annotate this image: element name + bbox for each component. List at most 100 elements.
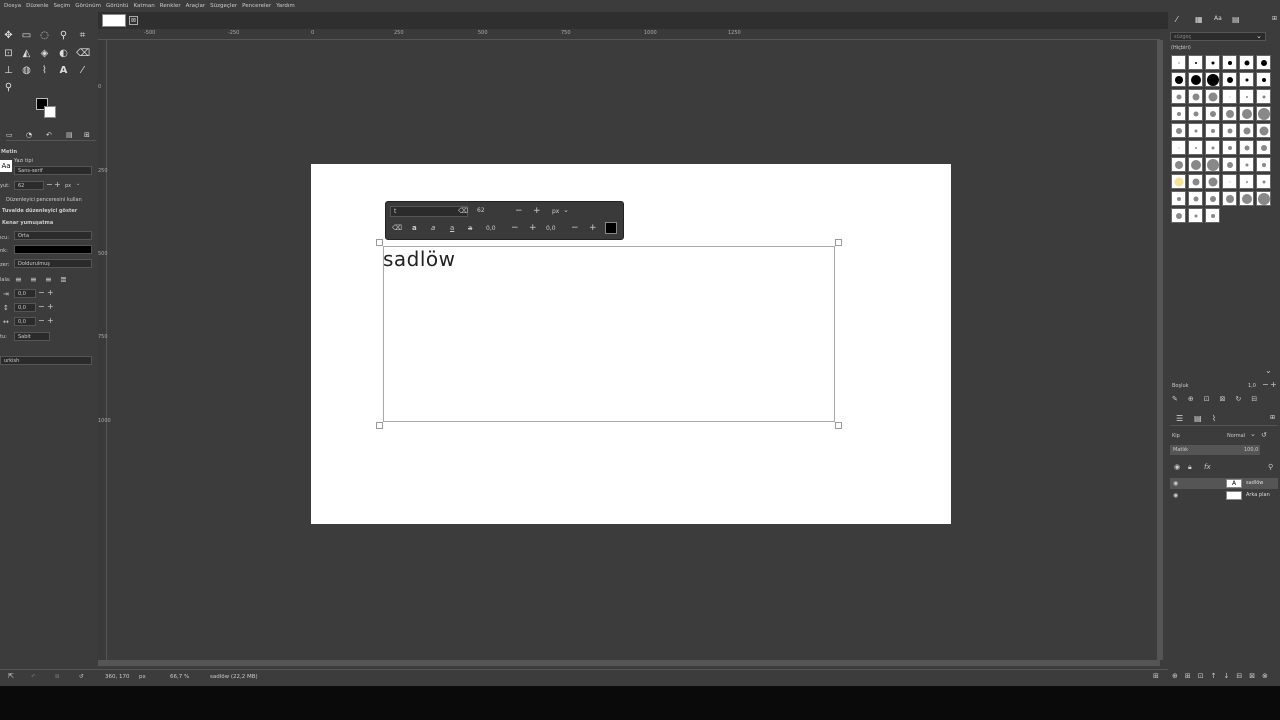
brush-preset[interactable] [1239, 72, 1254, 87]
font-input[interactable]: Sans-serif [14, 166, 92, 175]
spacing-value[interactable]: 1,0 [1248, 383, 1256, 389]
indent-decrease-icon[interactable]: − [38, 288, 45, 297]
clear-style-icon[interactable]: ⌫ [392, 224, 402, 232]
brush-preset[interactable] [1171, 123, 1186, 138]
chevron-down-icon[interactable]: ⌄ [563, 206, 569, 214]
brush-preset[interactable] [1205, 55, 1220, 70]
layer-row[interactable]: ◉ A sadlöw [1170, 478, 1278, 489]
brush-tab-icon[interactable]: ⁄ [1176, 15, 1177, 24]
text-box-handle[interactable] [835, 422, 842, 429]
brush-preset[interactable] [1239, 106, 1254, 121]
text-box-handle[interactable] [376, 422, 383, 429]
font-tab-icon[interactable]: Aa [1214, 15, 1222, 22]
horizontal-scrollbar[interactable] [98, 660, 1160, 666]
brush-preset[interactable] [1171, 140, 1186, 155]
brush-preset[interactable] [1171, 157, 1186, 172]
box-select[interactable]: Sabit [14, 332, 50, 341]
brush-preset[interactable] [1256, 140, 1271, 155]
move-tool-icon[interactable]: ✥ [2, 29, 15, 42]
baseline-decrease-icon[interactable]: − [511, 223, 519, 233]
brush-preset[interactable] [1256, 72, 1271, 87]
bucket-fill-tool-icon[interactable]: ◈ [38, 47, 51, 60]
menu-item[interactable]: Süzgeçler [210, 3, 237, 9]
panel-menu-icon[interactable]: ⊞ [1272, 15, 1277, 22]
brush-preset[interactable] [1256, 191, 1271, 206]
menu-item[interactable]: Yardım [276, 3, 295, 9]
menu-item[interactable]: Düzenle [26, 3, 48, 9]
brush-preset[interactable] [1205, 140, 1220, 155]
menu-item[interactable]: Seçim [53, 3, 70, 9]
brush-preset[interactable] [1222, 140, 1237, 155]
toolbar-font-input[interactable]: t [390, 206, 468, 217]
brush-preset[interactable] [1188, 123, 1203, 138]
undo-history-tab-icon[interactable]: ↶ [46, 131, 52, 139]
device-status-tab-icon[interactable]: ◔ [26, 131, 32, 139]
brush-preset[interactable] [1222, 123, 1237, 138]
bold-button[interactable]: a [412, 224, 417, 232]
gradient-tool-icon[interactable]: ◐ [57, 47, 70, 60]
brush-preset[interactable] [1239, 89, 1254, 104]
text-box-handle[interactable] [835, 239, 842, 246]
brush-preset[interactable] [1256, 123, 1271, 138]
line-spacing-increase-icon[interactable]: + [47, 302, 54, 311]
clone-tool-icon[interactable]: ⊥ [2, 64, 15, 77]
brush-preset[interactable] [1171, 89, 1186, 104]
zoom-select[interactable]: 66,7 % [170, 674, 189, 680]
rect-select-tool-icon[interactable]: ▭ [20, 29, 33, 42]
kerning-increase-icon[interactable]: + [589, 223, 597, 233]
crop-tool-icon[interactable]: ⌗ [76, 29, 89, 42]
letter-spacing-decrease-icon[interactable]: − [38, 316, 45, 325]
layers-tab-icon[interactable]: ☰ [1176, 414, 1183, 423]
brush-preset[interactable] [1188, 157, 1203, 172]
brush-preset[interactable] [1188, 106, 1203, 121]
show-editor-checkbox[interactable]: Tuvalde düzenleyici göster [2, 208, 77, 214]
font-preview-button[interactable]: Aa [0, 160, 12, 172]
brush-preset[interactable] [1256, 89, 1271, 104]
menu-item[interactable]: Pencereler [242, 3, 271, 9]
chevron-down-icon[interactable]: ⌄ [1256, 32, 1262, 40]
brush-filter-input[interactable]: süzgeç [1170, 32, 1266, 41]
transform-tool-icon[interactable]: ⊡ [2, 47, 15, 60]
warp-tool-icon[interactable]: ◭ [20, 47, 33, 60]
brush-preset[interactable] [1222, 106, 1237, 121]
composite-mode-icon[interactable]: ↺ [1261, 431, 1267, 439]
size-increase-icon[interactable]: + [54, 180, 61, 189]
unit-select[interactable]: px [139, 674, 146, 680]
text-color-swatch[interactable] [605, 222, 617, 234]
indent-increase-icon[interactable]: + [47, 288, 54, 297]
justify-select[interactable]: Doldurulmuş [14, 259, 92, 268]
font-clear-icon[interactable]: ⌫ [458, 207, 468, 215]
fx-icon[interactable]: fx [1204, 463, 1211, 471]
line-spacing-input[interactable]: 0,0 [14, 303, 36, 312]
chevron-down-icon[interactable]: ⌄ [1250, 430, 1256, 438]
images-tab-icon[interactable]: ▤ [66, 131, 73, 139]
brush-preset[interactable] [1188, 140, 1203, 155]
text-tool-icon[interactable]: A [57, 64, 70, 77]
brush-preset[interactable] [1188, 89, 1203, 104]
background-color[interactable] [44, 106, 56, 118]
panel-menu-icon[interactable]: ⊞ [1270, 414, 1275, 421]
eye-icon[interactable]: ◉ [1173, 480, 1178, 487]
brush-preset[interactable] [1171, 72, 1186, 87]
image-tab-thumbnail[interactable] [102, 14, 126, 27]
brush-preset[interactable] [1256, 55, 1271, 70]
brush-preset[interactable] [1171, 191, 1186, 206]
letter-spacing-input[interactable]: 0,0 [14, 317, 36, 326]
size-unit-select[interactable]: px [65, 183, 71, 189]
eye-icon[interactable]: ◉ [1173, 492, 1178, 499]
menu-item[interactable]: Araçlar [186, 3, 206, 9]
layer-name[interactable]: Arka plan [1246, 492, 1270, 498]
undo-icon[interactable]: ↶ [31, 674, 36, 680]
eye-icon[interactable]: ◉ [1174, 463, 1180, 471]
text-color-button[interactable] [14, 245, 92, 254]
lock-icon[interactable]: 🔒︎ [1188, 463, 1192, 472]
pattern-tab-icon[interactable]: ▦ [1195, 15, 1203, 24]
brush-preset[interactable] [1222, 72, 1237, 87]
brush-preset[interactable] [1256, 174, 1271, 189]
italic-button[interactable]: a [431, 224, 435, 232]
brush-preset[interactable] [1222, 191, 1237, 206]
baseline-input[interactable]: 0,0 [486, 225, 496, 232]
brush-preset[interactable] [1239, 123, 1254, 138]
clear-icon[interactable]: ⊠ [55, 674, 60, 680]
lasso-tool-icon[interactable]: ◌ [38, 29, 51, 42]
